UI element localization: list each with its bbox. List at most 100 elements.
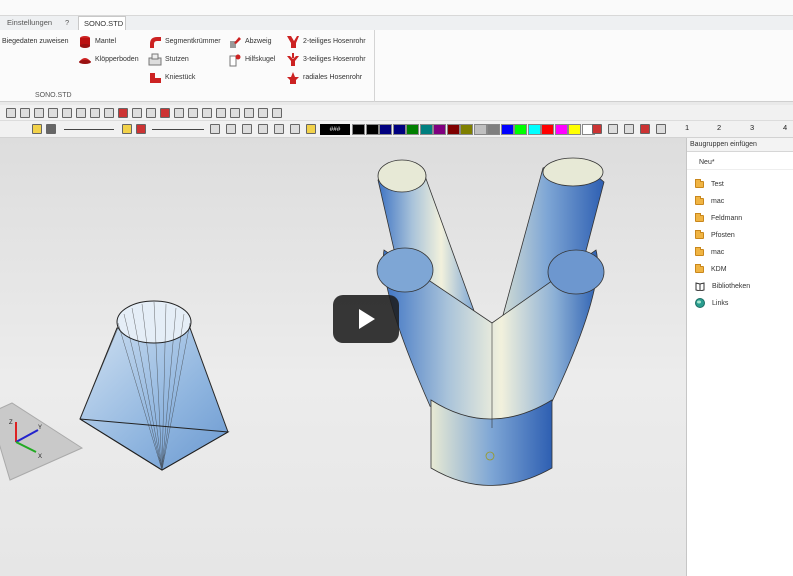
- toolbar-primary: [0, 105, 793, 121]
- tab-einstellungen[interactable]: Einstellungen: [2, 16, 57, 30]
- segmentkruemmer-button[interactable]: Segmentkrümmer: [148, 34, 221, 50]
- bars-icon[interactable]: [640, 124, 650, 134]
- color-swatch[interactable]: [392, 124, 406, 135]
- color-swatch[interactable]: [446, 124, 460, 135]
- grid-icon[interactable]: [656, 124, 666, 134]
- toolbar-tool-8[interactable]: [104, 108, 114, 118]
- color-input[interactable]: ###: [320, 124, 350, 135]
- toolbar-tool-15[interactable]: [202, 108, 212, 118]
- color-swatch[interactable]: [514, 124, 527, 135]
- color-swatch[interactable]: [433, 124, 446, 135]
- list-item[interactable]: mac: [695, 194, 724, 208]
- toolbar-tool-19[interactable]: [258, 108, 268, 118]
- bend-icon: [150, 37, 161, 48]
- hilfskugel-button[interactable]: Hilfskugel: [228, 52, 275, 68]
- list-item-label: Pfosten: [711, 231, 735, 239]
- toolbar-tool-16[interactable]: [216, 108, 226, 118]
- kloepperboden-button[interactable]: Klöpperboden: [78, 52, 139, 68]
- toolbar-tool-11[interactable]: [146, 108, 156, 118]
- abzweig-button[interactable]: Abzweig: [228, 34, 271, 50]
- toolbar-tool-20[interactable]: [272, 108, 282, 118]
- stutzen-button[interactable]: Stutzen: [148, 52, 189, 68]
- toolbar-tool-1[interactable]: [6, 108, 16, 118]
- toolbar-tool-14[interactable]: [188, 108, 198, 118]
- toolbar-tool-2[interactable]: [20, 108, 30, 118]
- tab-sono-std[interactable]: SONO.STD: [78, 16, 126, 30]
- monitor-icon[interactable]: [608, 124, 618, 134]
- toolbar-tool-10[interactable]: [132, 108, 142, 118]
- list-item-label: Test: [711, 180, 724, 188]
- toolbar-tool-4[interactable]: [48, 108, 58, 118]
- hilfskugel-label: Hilfskugel: [245, 56, 276, 63]
- toolbar-tool-3[interactable]: [34, 108, 44, 118]
- list-item[interactable]: Bibliotheken: [695, 279, 750, 293]
- toolbar-tool-5[interactable]: [62, 108, 72, 118]
- color-swatch[interactable]: [460, 124, 473, 135]
- color-swatch[interactable]: [352, 124, 365, 135]
- toolbar-tool-12[interactable]: [160, 108, 170, 118]
- color-swatch[interactable]: [365, 124, 379, 135]
- hosenrohr-3-button[interactable]: 3-teiliges Hosenrohr: [286, 52, 366, 68]
- hosenrohr-2-label: 2-teiliges Hosenrohr: [303, 38, 366, 45]
- zoom-previous-icon[interactable]: [274, 124, 284, 134]
- hatch-icon[interactable]: [624, 124, 634, 134]
- lock-icon[interactable]: [306, 124, 316, 134]
- page-tab-1[interactable]: 1: [685, 123, 689, 132]
- color-swatch[interactable]: [487, 124, 500, 135]
- zoom-window-icon[interactable]: [242, 124, 252, 134]
- zoom-all-icon[interactable]: [258, 124, 268, 134]
- toolbar-tool-18[interactable]: [244, 108, 254, 118]
- 3d-viewport[interactable]: Z Y X: [0, 138, 686, 576]
- list-item[interactable]: Pfosten: [695, 228, 735, 242]
- line-style-select[interactable]: [64, 129, 114, 130]
- list-item[interactable]: Test: [695, 177, 724, 191]
- toolbar-tool-17[interactable]: [230, 108, 240, 118]
- page-tab-3[interactable]: 3: [750, 123, 754, 132]
- color-swatch[interactable]: [419, 124, 433, 135]
- dish-icon: [79, 58, 91, 64]
- color-swatch[interactable]: [554, 124, 568, 135]
- page-tab-4[interactable]: 4: [783, 123, 787, 132]
- eraser-icon[interactable]: [592, 124, 602, 134]
- list-item[interactable]: Feldmann: [695, 211, 742, 225]
- mantel-button[interactable]: Mantel: [78, 34, 116, 50]
- layer-icon[interactable]: [136, 124, 146, 134]
- folder-icon: [695, 263, 704, 273]
- zoom-extents-icon[interactable]: [290, 124, 300, 134]
- hosenrohr-radial-button[interactable]: radiales Hosenrohr: [286, 70, 362, 86]
- list-item-label: mac: [711, 248, 725, 256]
- color-swatch[interactable]: [379, 124, 392, 135]
- lock-icon[interactable]: [32, 124, 42, 134]
- hosenrohr-2-button[interactable]: 2-teiliges Hosenrohr: [286, 34, 366, 50]
- axis-y-label: Y: [38, 425, 42, 431]
- color-swatch[interactable]: [500, 124, 514, 135]
- ribbon-group-label: SONO.STD: [35, 92, 72, 99]
- kniestueck-label: Kniestück: [165, 74, 196, 81]
- color-swatch[interactable]: [527, 124, 541, 135]
- coordinate-triad: Z Y X: [0, 402, 84, 481]
- line-weight-icon[interactable]: [46, 124, 56, 134]
- toolbar-tool-7[interactable]: [90, 108, 100, 118]
- color-swatch[interactable]: [568, 124, 581, 135]
- toolbar-tool-6[interactable]: [76, 108, 86, 118]
- page-tab-2[interactable]: 2: [717, 123, 721, 132]
- lock-icon[interactable]: [122, 124, 132, 134]
- zoom-in-icon[interactable]: [226, 124, 236, 134]
- zoom-out-icon[interactable]: [210, 124, 220, 134]
- video-play-button[interactable]: [333, 295, 399, 343]
- color-swatch[interactable]: [406, 124, 419, 135]
- list-item[interactable]: KDM: [695, 262, 727, 276]
- new-assembly-item[interactable]: Neu*: [687, 156, 793, 170]
- toolbar-tool-9[interactable]: [118, 108, 128, 118]
- kniestueck-button[interactable]: Kniestück: [148, 70, 195, 86]
- color-swatch[interactable]: [541, 124, 554, 135]
- list-item[interactable]: Links: [695, 296, 728, 310]
- tab-help[interactable]: ?: [60, 16, 74, 30]
- ribbon: Biegedaten zuweisen Mantel Klöpperboden …: [0, 30, 793, 102]
- axis-x-label: X: [38, 454, 42, 460]
- list-item[interactable]: mac: [695, 245, 724, 259]
- line-type-select[interactable]: [152, 129, 204, 130]
- toolbar-tool-13[interactable]: [174, 108, 184, 118]
- biegedaten-button[interactable]: Biegedaten zuweisen: [2, 34, 69, 50]
- color-swatch[interactable]: [473, 124, 487, 135]
